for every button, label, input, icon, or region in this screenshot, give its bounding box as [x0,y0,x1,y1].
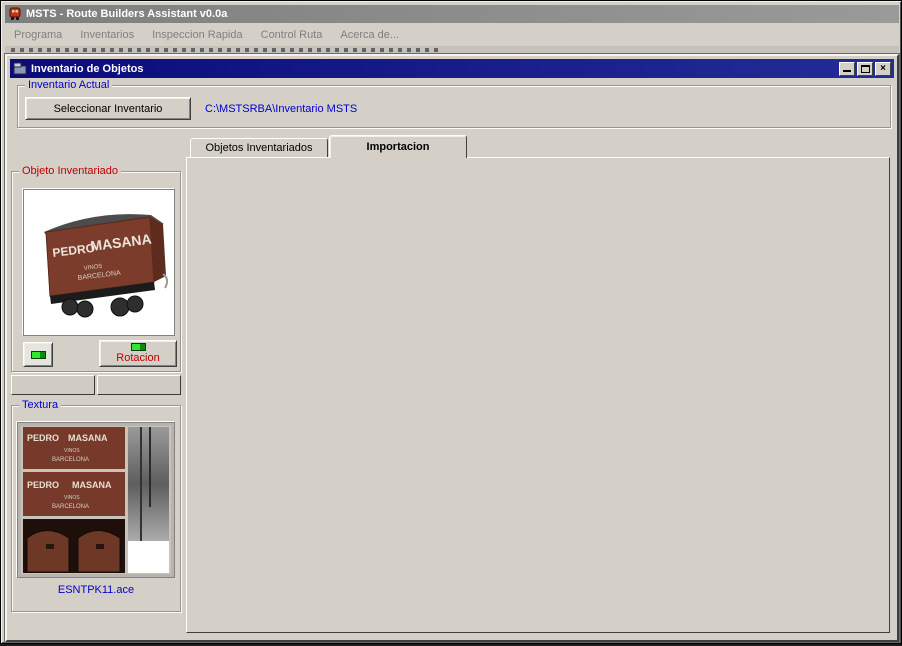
background-window-sliver [5,46,899,54]
textura-left-label: Textura [19,399,61,411]
inventoried-status-bar [97,375,181,395]
menu-item[interactable]: Inspeccion Rapida [143,27,252,43]
dialog-titlebar[interactable]: Inventario de Objetos × [10,59,894,78]
tab-importacion[interactable]: Importacion [329,135,467,158]
menu-item[interactable]: Inventarios [71,27,143,43]
tab-page-importacion [186,157,890,633]
dialog-title: Inventario de Objetos [31,63,143,75]
maximize-icon [861,65,870,73]
rotacion-label: Rotacion [116,352,159,364]
seleccionar-inventario-button[interactable]: Seleccionar Inventario [25,97,191,120]
texture-text: VINOS [64,448,80,454]
texture-text: MASANA [72,480,112,490]
menu-item[interactable]: Programa [5,27,71,43]
tab-objetos-inventariados[interactable]: Objetos Inventariados [190,138,328,158]
inventario-actual-label: Inventario Actual [25,79,112,91]
texture-sheet-left-image: PEDRO MASANA VINOS BARCELONA PEDRO MASAN… [21,426,171,574]
texture-text: BARCELONA [52,457,89,463]
menubar: ProgramaInventariosInspeccion RapidaCont… [5,25,899,45]
seleccionar-inventario-label: Seleccionar Inventario [54,103,163,115]
texture-text: MASANA [68,433,108,443]
inventoried-rotacion-button[interactable]: Rotacion [99,340,177,367]
inventario-dialog: Inventario de Objetos × Inventario Actua… [5,54,899,642]
texture-text: VINOS [64,495,80,501]
objeto-inventariado-label: Objeto Inventariado [19,165,121,177]
close-button[interactable]: × [875,62,891,76]
menu-item[interactable]: Control Ruta [252,27,332,43]
close-icon: × [880,63,886,74]
maximize-button[interactable] [857,62,873,76]
menu-item[interactable]: Acerca de... [331,27,408,43]
background-window-text-fragment [11,48,441,52]
texture-left-filename: ESNTPK11.ace [11,584,181,596]
textura-left-frame: PEDRO MASANA VINOS BARCELONA PEDRO MASAN… [17,422,175,578]
app-icon [8,7,22,21]
green-led-icon [131,343,146,351]
inventoried-led-button[interactable] [23,342,53,367]
app-title: MSTS - Route Builders Assistant v0.0a [26,8,227,20]
minimize-button[interactable] [839,62,855,76]
inventario-path: C:\MSTSRBA\Inventario MSTS [205,103,357,115]
texture-text: PEDRO [27,480,59,490]
app-titlebar: MSTS - Route Builders Assistant v0.0a [5,5,899,23]
inventoried-status-bar [11,375,95,395]
texture-text: BARCELONA [52,504,89,510]
green-led-icon [31,351,46,359]
dialog-icon [13,62,27,75]
inventoried-object-preview: PEDRO MASANA VINOS BARCELONA [23,189,175,336]
app-window: MSTS - Route Builders Assistant v0.0a Pr… [0,0,902,644]
texture-text: PEDRO [27,433,59,443]
inventoried-wagon-image: PEDRO MASANA VINOS BARCELONA [24,190,174,335]
minimize-icon [843,65,851,72]
